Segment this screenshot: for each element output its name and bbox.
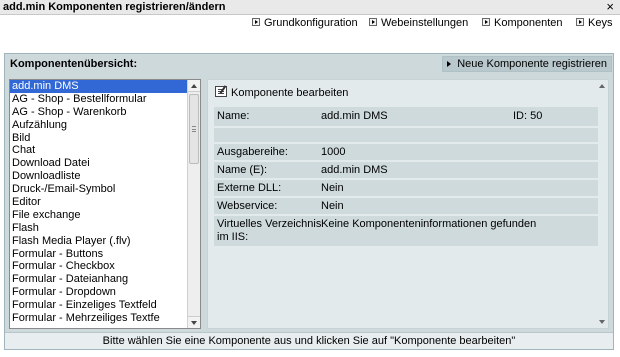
nav-label: Keys <box>588 17 613 29</box>
arrow-right-icon <box>576 18 584 26</box>
nav-label: Grundkonfiguration <box>264 17 358 29</box>
list-item[interactable]: Druck-/Email-Symbol <box>10 183 188 196</box>
grip-icon <box>192 126 196 132</box>
arrow-right-icon <box>447 61 452 67</box>
list-item[interactable]: Formular - Checkbox <box>10 260 188 273</box>
nav-label: Komponenten <box>494 17 563 29</box>
top-navigation: Grundkonfiguration Webeinstellungen Komp… <box>0 17 620 33</box>
detail-row-vdir: Virtuelles Verzeichnis im IIS: Keine Kom… <box>214 216 598 246</box>
webservice-value: Nein <box>321 200 344 212</box>
list-item[interactable]: add.min DMS <box>10 80 188 93</box>
nav-grundkonfiguration[interactable]: Grundkonfiguration <box>252 17 358 29</box>
vdir-value: Keine Komponenteninformationen gefunden <box>321 218 537 230</box>
detail-row-spacer <box>214 128 598 142</box>
window-title: add.min Komponenten registrieren/ändern <box>3 1 226 13</box>
component-list: add.min DMS AG - Shop - Bestellformular AG… <box>10 80 188 325</box>
arrow-right-icon <box>482 18 490 26</box>
detail-row-dll: Externe DLL: Nein <box>214 180 598 196</box>
edit-icon <box>215 86 227 97</box>
nav-keys[interactable]: Keys <box>576 17 612 29</box>
list-item[interactable]: Formular - Dropdown <box>10 286 188 299</box>
triangle-up-icon <box>599 84 605 88</box>
arrow-right-icon <box>252 18 260 26</box>
new-component-label: Neue Komponente registrieren <box>457 58 607 70</box>
component-detail: Komponente bearbeiten Name: add.min DMS … <box>207 79 609 329</box>
nav-label: Webeinstellungen <box>381 17 469 29</box>
list-item[interactable]: Flash Media Player (.flv) <box>10 235 188 248</box>
close-icon[interactable]: × <box>606 0 614 14</box>
list-item[interactable]: File exchange <box>10 209 188 222</box>
scroll-up-button[interactable] <box>188 80 200 92</box>
list-item[interactable]: Formular - Dateianhang <box>10 273 188 286</box>
name-label: Name: <box>217 110 250 122</box>
triangle-down-icon <box>191 321 197 325</box>
list-item[interactable]: Aufzählung <box>10 119 188 132</box>
nav-webeinstellungen[interactable]: Webeinstellungen <box>369 17 468 29</box>
edit-component-label: Komponente bearbeiten <box>231 87 349 99</box>
arrow-right-icon <box>369 18 377 26</box>
list-item[interactable]: Formular - Einzeliges Textfeld <box>10 299 188 312</box>
ausgabereihe-value: 1000 <box>321 146 346 158</box>
panel-header: Komponentenübersicht: Neue Komponente re… <box>5 54 613 74</box>
id-value: ID: 50 <box>513 110 543 122</box>
new-component-button[interactable]: Neue Komponente registrieren <box>442 56 612 72</box>
list-item[interactable]: Download Datei <box>10 157 188 170</box>
detail-row-name: Name: add.min DMS ID: 50 <box>214 107 598 126</box>
list-item[interactable]: Bild <box>10 132 188 145</box>
list-item[interactable]: Editor <box>10 196 188 209</box>
name-value: add.min DMS <box>321 110 388 122</box>
list-scrollbar[interactable] <box>187 80 200 328</box>
component-listbox[interactable]: add.min DMS AG - Shop - Bestellformular AG… <box>9 79 201 329</box>
detail-row-ausgabereihe: Ausgabereihe: 1000 <box>214 144 598 160</box>
list-item[interactable]: Flash <box>10 222 188 235</box>
name-e-value: add.min DMS <box>321 164 388 176</box>
vdir-label-line1: Virtuelles Verzeichnis <box>217 218 322 230</box>
edit-component-link[interactable]: Komponente bearbeiten <box>215 85 348 99</box>
status-footer: Bitte wählen Sie eine Komponente aus und… <box>5 332 613 349</box>
detail-scrollbar[interactable] <box>597 80 608 328</box>
name-e-label: Name (E): <box>217 164 268 176</box>
nav-komponenten[interactable]: Komponenten <box>482 17 563 29</box>
dll-label: Externe DLL: <box>217 182 282 194</box>
window-titlebar: add.min Komponenten registrieren/ändern … <box>0 0 620 15</box>
scroll-down-button[interactable] <box>188 316 200 328</box>
list-item[interactable]: Chat <box>10 144 188 157</box>
webservice-label: Webservice: <box>217 200 278 212</box>
vdir-label-line2: im IIS: <box>217 231 249 243</box>
list-item[interactable]: Formular - Buttons <box>10 248 188 261</box>
panel-title: Komponentenübersicht: <box>10 58 138 70</box>
triangle-up-icon <box>191 84 197 88</box>
scroll-thumb[interactable] <box>189 94 199 164</box>
list-item[interactable]: AG - Shop - Warenkorb <box>10 106 188 119</box>
detail-row-webservice: Webservice: Nein <box>214 198 598 214</box>
ausgabereihe-label: Ausgabereihe: <box>217 146 288 158</box>
detail-row-name-e: Name (E): add.min DMS <box>214 162 598 178</box>
list-item[interactable]: Formular - Mehrzeiliges Textfe <box>10 312 188 325</box>
dll-value: Nein <box>321 182 344 194</box>
component-overview-panel: Komponentenübersicht: Neue Komponente re… <box>4 53 614 350</box>
list-item[interactable]: AG - Shop - Bestellformular <box>10 93 188 106</box>
list-item[interactable]: Downloadliste <box>10 170 188 183</box>
triangle-down-icon <box>599 320 605 324</box>
